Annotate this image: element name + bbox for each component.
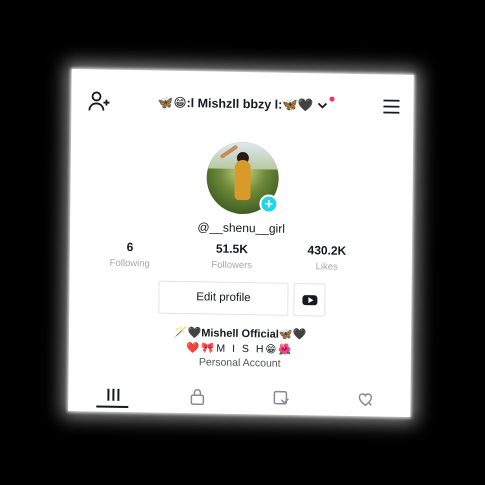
heart-icon[interactable] <box>356 390 374 408</box>
stats-row: 6 Following 51.5K Followers 430.2K Likes <box>110 240 370 279</box>
youtube-icon <box>302 295 318 306</box>
top-bar: 🦋😁:l Mishzll bbzy l:🦋🖤 <box>71 87 413 123</box>
repost-icon[interactable] <box>272 389 290 407</box>
stat-label: Likes <box>315 261 338 273</box>
stat-value: 430.2K <box>307 243 347 258</box>
stat-value: 51.5K <box>215 241 249 257</box>
content-tabs <box>68 381 410 417</box>
stat-followers[interactable]: 51.5K Followers <box>187 241 277 272</box>
hamburger-menu-icon[interactable] <box>381 96 401 116</box>
avatar-container[interactable]: + <box>206 141 280 215</box>
stat-likes[interactable]: 430.2K Likes <box>282 243 372 274</box>
lock-icon[interactable] <box>188 387 206 406</box>
profile-screen: 🦋😁:l Mishzll bbzy l:🦋🖤 + @__shenu__girl … <box>68 69 414 417</box>
add-photo-icon[interactable]: + <box>259 194 279 214</box>
youtube-button[interactable] <box>293 282 326 317</box>
notification-dot <box>329 96 335 102</box>
account-switcher[interactable]: 🦋😁:l Mishzll bbzy l:🦋🖤 <box>71 93 413 115</box>
stat-following[interactable]: 6 Following <box>85 239 175 270</box>
stat-value: 6 <box>126 240 134 255</box>
username-handle: @__shenu__girl <box>197 220 286 236</box>
grid-icon[interactable] <box>104 386 122 404</box>
chevron-down-icon <box>317 98 327 112</box>
stat-label: Followers <box>211 259 253 272</box>
stat-label: Following <box>109 257 150 270</box>
account-name: 🦋😁:l Mishzll bbzy l:🦋🖤 <box>157 95 314 113</box>
edit-profile-button[interactable]: Edit profile <box>158 280 289 316</box>
